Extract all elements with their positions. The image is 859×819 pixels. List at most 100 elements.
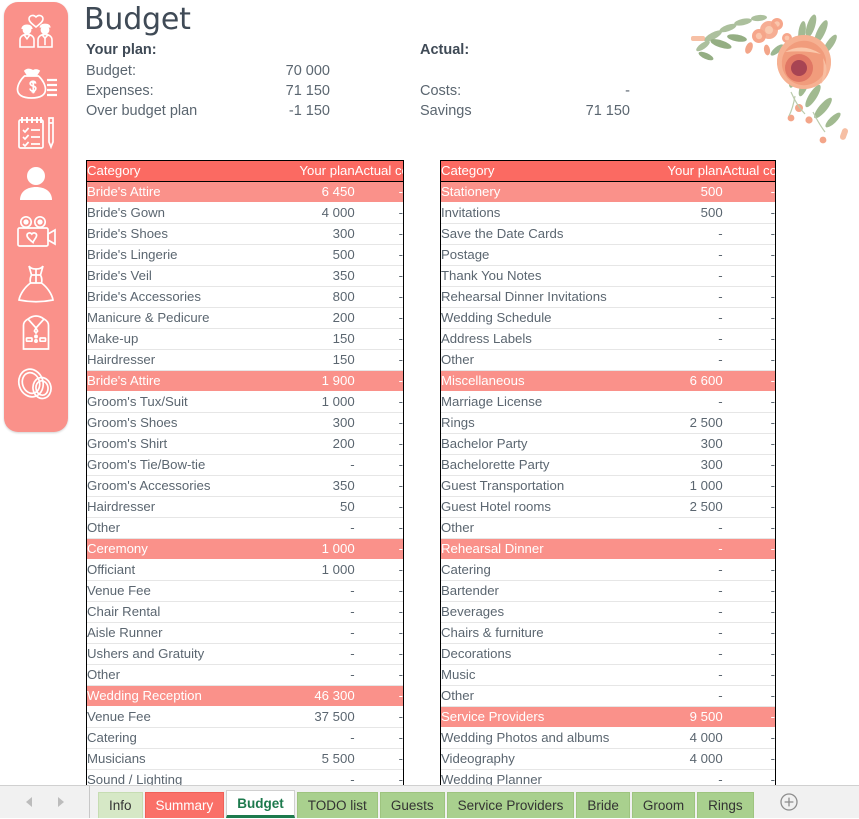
cell-category[interactable]: Bride's Attire bbox=[87, 370, 277, 392]
cell-actual-cost[interactable]: - bbox=[722, 706, 775, 728]
table-row[interactable]: Bride's Gown 4 000- bbox=[87, 202, 403, 224]
money-bag-icon[interactable] bbox=[10, 58, 62, 108]
cell-actual-cost[interactable]: - bbox=[354, 181, 403, 203]
table-row[interactable]: Make-up 150- bbox=[87, 328, 403, 350]
cell-actual-cost[interactable]: - bbox=[354, 664, 403, 686]
table-row[interactable]: Invitations 500- bbox=[441, 202, 775, 224]
cell-category[interactable]: Bachelorette Party bbox=[441, 454, 643, 476]
cell-actual-cost[interactable]: - bbox=[722, 685, 775, 707]
table-row[interactable]: Marriage License - - bbox=[441, 391, 775, 413]
cell-actual-cost[interactable]: - bbox=[722, 286, 775, 308]
cell-your-plan[interactable]: 2 500 bbox=[642, 412, 723, 434]
cell-category[interactable]: Ushers and Gratuity bbox=[87, 643, 277, 665]
table-row[interactable]: Bride's Veil 350- bbox=[87, 265, 403, 287]
table-row[interactable]: Music - - bbox=[441, 664, 775, 686]
table-group-row[interactable]: Stationery 500- bbox=[441, 181, 775, 203]
cell-category[interactable]: Bride's Attire bbox=[87, 181, 277, 203]
video-camera-heart-icon[interactable] bbox=[10, 208, 62, 258]
table-group-row[interactable]: Miscellaneous 6 600- bbox=[441, 370, 775, 392]
sheet-tab-bride[interactable]: Bride bbox=[576, 792, 630, 818]
cell-your-plan[interactable]: - bbox=[276, 454, 355, 476]
table-row[interactable]: Guest Hotel rooms 2 500- bbox=[441, 496, 775, 518]
cell-your-plan[interactable]: 800 bbox=[276, 286, 355, 308]
cell-actual-cost[interactable]: - bbox=[722, 559, 775, 581]
table-row[interactable]: Bachelorette Party 300- bbox=[441, 454, 775, 476]
cell-actual-cost[interactable]: - bbox=[722, 454, 775, 476]
table-row[interactable]: Hairdresser 50- bbox=[87, 496, 403, 518]
table-row[interactable]: Save the Date Cards - - bbox=[441, 223, 775, 245]
table-group-row[interactable]: Ceremony 1 000- bbox=[87, 538, 403, 560]
cell-actual-cost[interactable]: - bbox=[354, 328, 403, 350]
table-row[interactable]: Wedding Planner - - bbox=[441, 769, 775, 785]
cell-actual-cost[interactable]: - bbox=[354, 412, 403, 434]
table-row[interactable]: Groom's Tux/Suit 1 000- bbox=[87, 391, 403, 413]
table-row[interactable]: Groom's Shoes 300- bbox=[87, 412, 403, 434]
cell-category[interactable]: Make-up bbox=[87, 328, 277, 350]
cell-category[interactable]: Guest Hotel rooms bbox=[441, 496, 643, 518]
cell-your-plan[interactable]: 1 000 bbox=[642, 475, 723, 497]
table-row[interactable]: Wedding Schedule - - bbox=[441, 307, 775, 329]
cell-your-plan[interactable]: 4 000 bbox=[642, 748, 723, 770]
sheet-tab-groom[interactable]: Groom bbox=[631, 792, 696, 818]
cell-your-plan[interactable]: - bbox=[642, 517, 723, 539]
cell-your-plan[interactable]: 6 600 bbox=[642, 370, 723, 392]
cell-your-plan[interactable]: - bbox=[276, 727, 355, 749]
cell-category[interactable]: Other bbox=[441, 517, 643, 539]
cell-your-plan[interactable]: 350 bbox=[276, 265, 355, 287]
cell-your-plan[interactable]: - bbox=[642, 559, 723, 581]
cell-your-plan[interactable]: 150 bbox=[276, 328, 355, 350]
cell-actual-cost[interactable]: - bbox=[722, 370, 775, 392]
cell-category[interactable]: Rehearsal Dinner bbox=[441, 538, 643, 560]
cell-your-plan[interactable]: 1 900 bbox=[276, 370, 355, 392]
cell-your-plan[interactable]: - bbox=[276, 643, 355, 665]
cell-category[interactable]: Hairdresser bbox=[87, 496, 277, 518]
sheet-tab-guests[interactable]: Guests bbox=[379, 792, 445, 818]
cell-your-plan[interactable]: - bbox=[642, 328, 723, 350]
cell-your-plan[interactable]: - bbox=[642, 223, 723, 245]
cell-your-plan[interactable]: 500 bbox=[642, 202, 723, 224]
cell-category[interactable]: Wedding Schedule bbox=[441, 307, 643, 329]
cell-actual-cost[interactable]: - bbox=[354, 223, 403, 245]
table-row[interactable]: Officiant 1 000- bbox=[87, 559, 403, 581]
table-row[interactable]: Musicians 5 500- bbox=[87, 748, 403, 770]
cell-your-plan[interactable]: - bbox=[642, 622, 723, 644]
cell-actual-cost[interactable]: - bbox=[354, 454, 403, 476]
cell-category[interactable]: Officiant bbox=[87, 559, 277, 581]
cell-category[interactable]: Manicure & Pedicure bbox=[87, 307, 277, 329]
cell-your-plan[interactable]: - bbox=[642, 391, 723, 413]
cell-your-plan[interactable]: - bbox=[642, 643, 723, 665]
sheet-tab-summary[interactable]: Summary bbox=[144, 792, 225, 818]
cell-actual-cost[interactable]: - bbox=[722, 433, 775, 455]
cell-category[interactable]: Groom's Tie/Bow-tie bbox=[87, 454, 277, 476]
cell-category[interactable]: Music bbox=[441, 664, 643, 686]
cell-actual-cost[interactable]: - bbox=[722, 643, 775, 665]
sheet-tab-budget[interactable]: Budget bbox=[226, 790, 295, 818]
cell-your-plan[interactable]: - bbox=[642, 664, 723, 686]
cell-category[interactable]: Thank You Notes bbox=[441, 265, 643, 287]
cell-actual-cost[interactable]: - bbox=[722, 265, 775, 287]
cell-your-plan[interactable]: 300 bbox=[276, 412, 355, 434]
cell-your-plan[interactable]: 4 000 bbox=[276, 202, 355, 224]
cell-category[interactable]: Address Labels bbox=[441, 328, 643, 350]
cell-actual-cost[interactable]: - bbox=[354, 202, 403, 224]
add-sheet-button[interactable] bbox=[770, 786, 808, 818]
cell-your-plan[interactable]: 300 bbox=[642, 433, 723, 455]
cell-your-plan[interactable]: - bbox=[642, 685, 723, 707]
cell-your-plan[interactable]: 200 bbox=[276, 433, 355, 455]
cell-your-plan[interactable]: - bbox=[276, 769, 355, 785]
table-row[interactable]: Chair Rental - - bbox=[87, 601, 403, 623]
dress-icon[interactable] bbox=[10, 258, 62, 308]
table-row[interactable]: Manicure & Pedicure 200- bbox=[87, 307, 403, 329]
cell-actual-cost[interactable]: - bbox=[722, 223, 775, 245]
table-row[interactable]: Other - - bbox=[87, 517, 403, 539]
cell-your-plan[interactable]: 300 bbox=[276, 223, 355, 245]
cell-actual-cost[interactable]: - bbox=[722, 769, 775, 785]
table-row[interactable]: Bride's Shoes 300- bbox=[87, 223, 403, 245]
cell-your-plan[interactable]: - bbox=[642, 769, 723, 785]
cell-category[interactable]: Marriage License bbox=[441, 391, 643, 413]
cell-category[interactable]: Groom's Tux/Suit bbox=[87, 391, 277, 413]
table-row[interactable]: Venue Fee - - bbox=[87, 580, 403, 602]
cell-your-plan[interactable]: 500 bbox=[276, 244, 355, 266]
cell-actual-cost[interactable]: - bbox=[722, 202, 775, 224]
cell-actual-cost[interactable]: - bbox=[722, 622, 775, 644]
